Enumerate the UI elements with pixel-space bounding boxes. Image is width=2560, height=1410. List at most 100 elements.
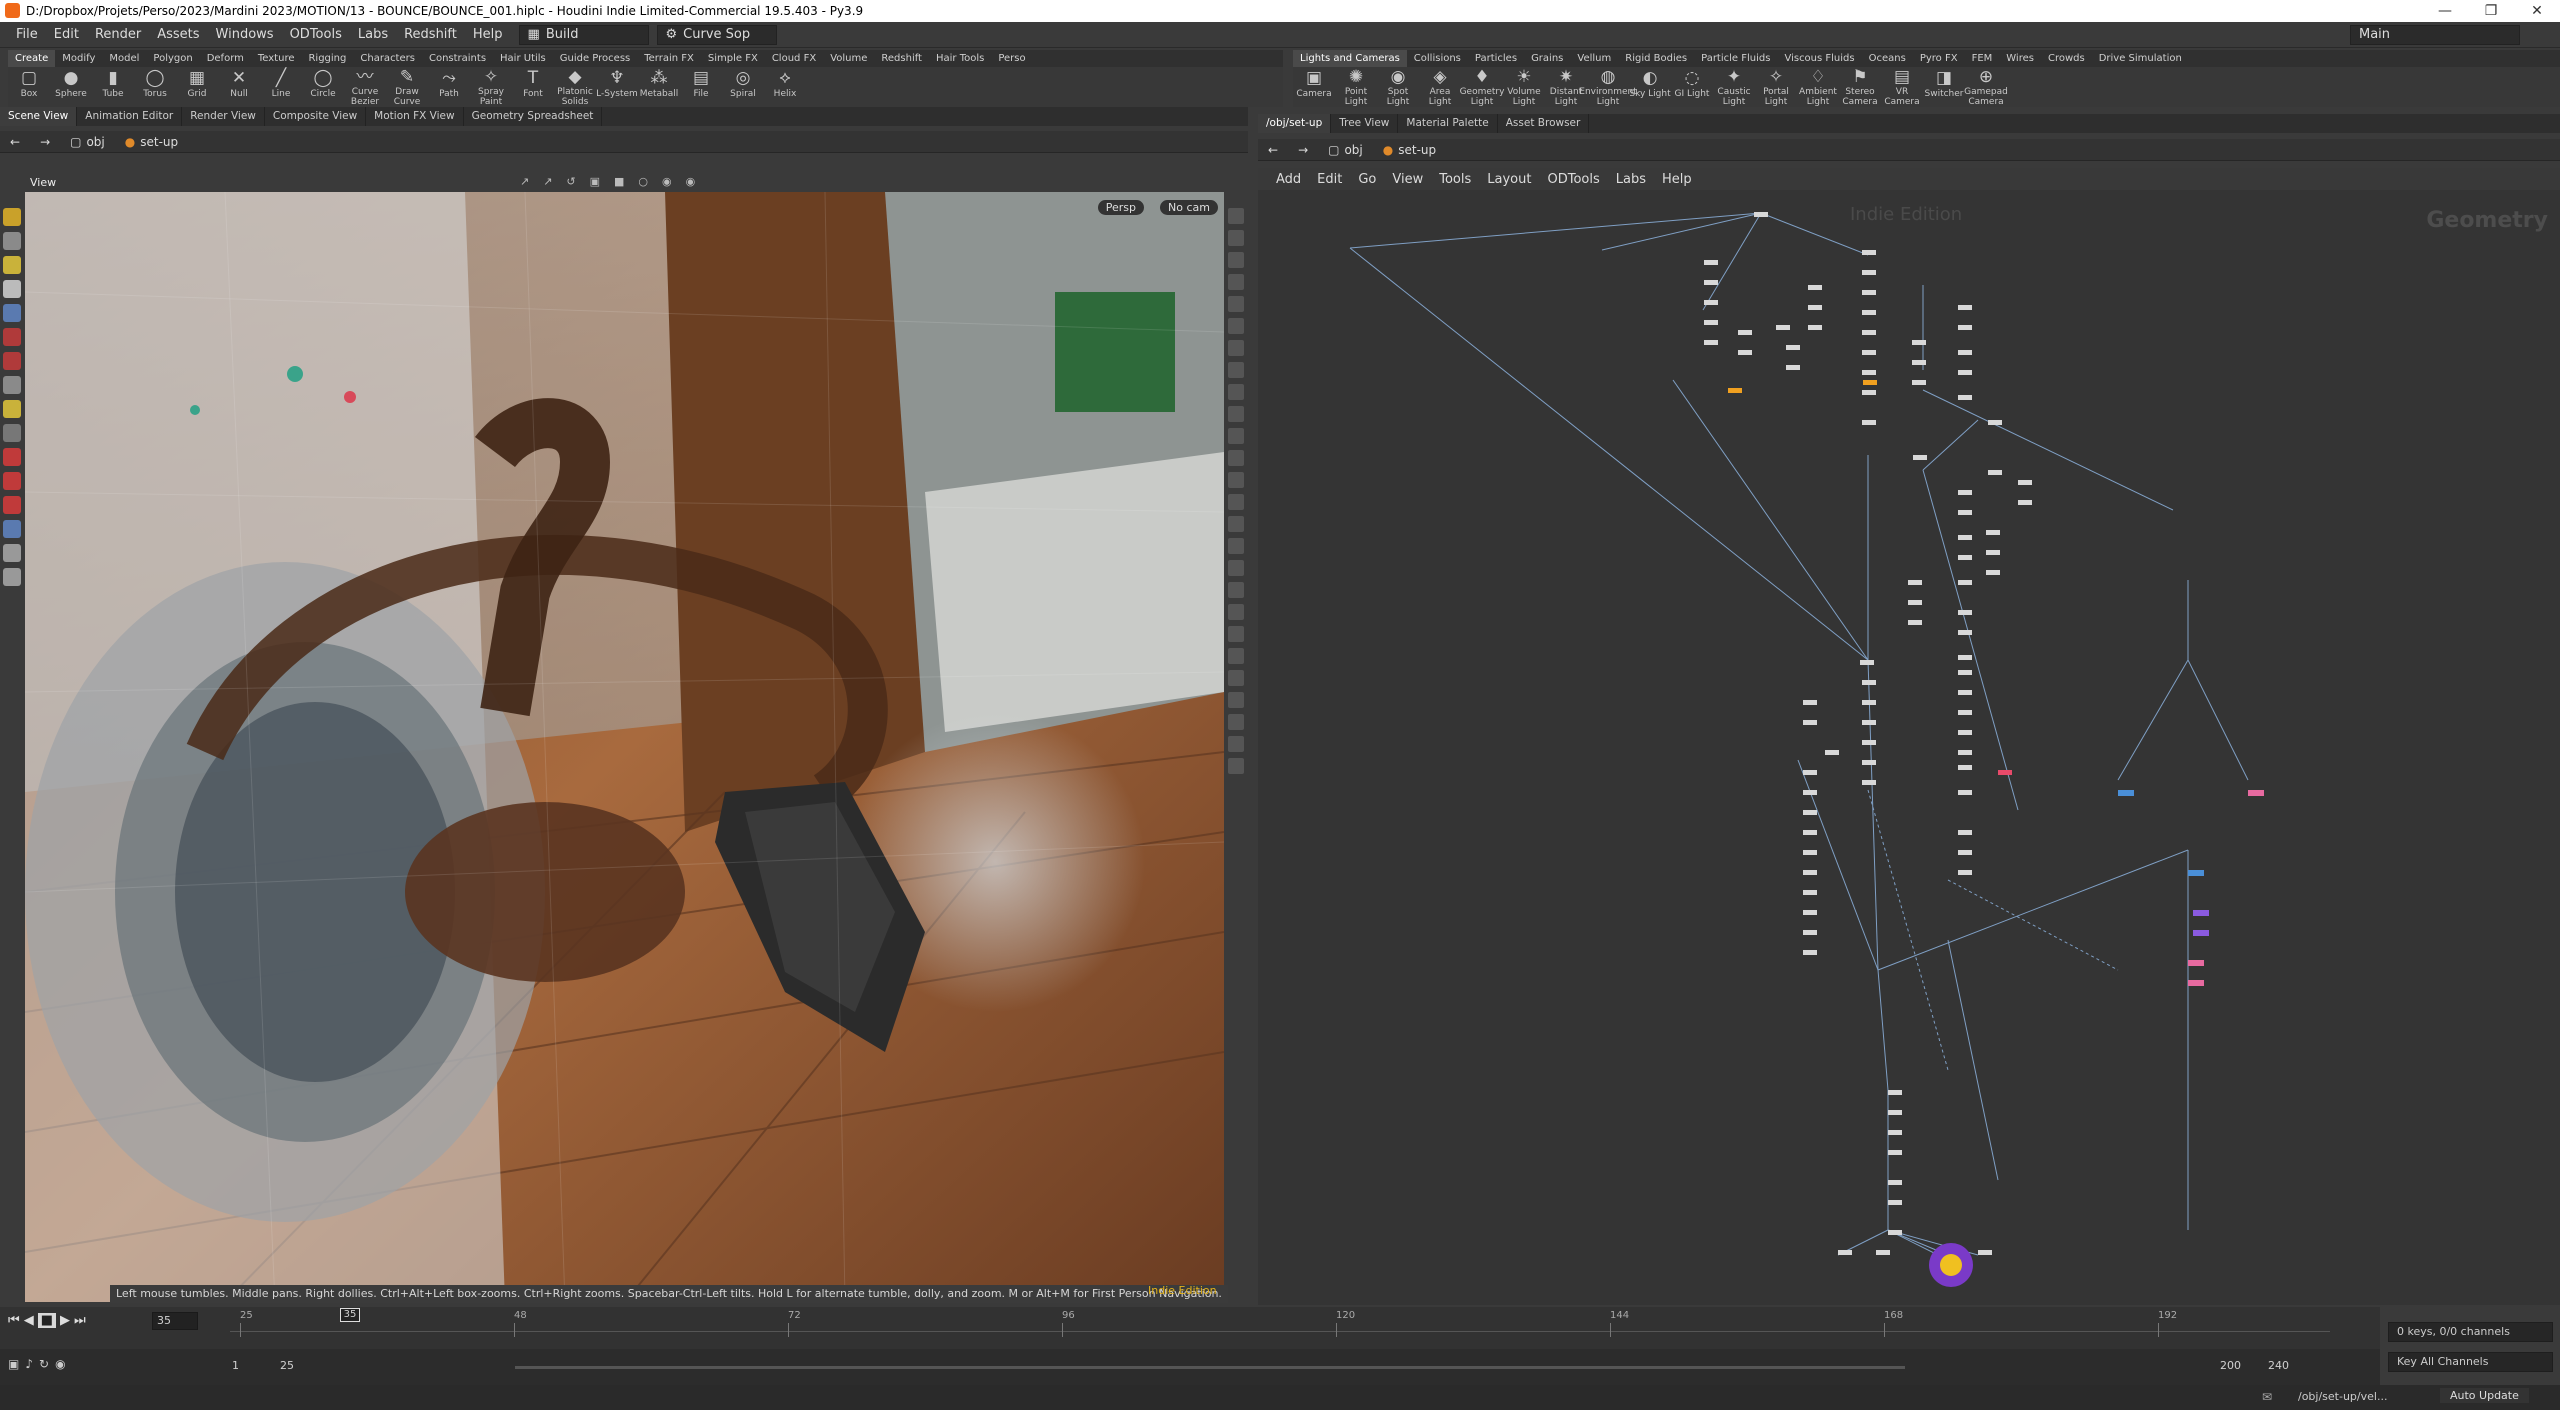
graph-node[interactable] <box>1803 810 1817 815</box>
graph-node[interactable] <box>1986 570 2000 575</box>
display-icon[interactable] <box>1228 758 1244 774</box>
graph-node[interactable] <box>1862 270 1876 275</box>
display-icon[interactable] <box>1228 340 1244 356</box>
build-combo[interactable]: ▦ Build <box>518 24 649 45</box>
key-mode-combo[interactable]: Key All Channels <box>2388 1352 2553 1372</box>
range-slider[interactable] <box>515 1366 1905 1369</box>
stop-icon[interactable]: ■ <box>37 1313 56 1328</box>
shelf-tool-torus[interactable]: ◯ Torus <box>134 67 176 107</box>
pane-tab-scene-view[interactable]: Scene View <box>0 107 78 126</box>
graph-node[interactable] <box>1838 1250 1852 1255</box>
pane-tab-motion-fx-view[interactable]: Motion FX View <box>366 107 464 126</box>
network-editor[interactable]: Indie Edition Geometry <box>1258 190 2560 1305</box>
display-icon[interactable] <box>1228 626 1244 642</box>
path-obj[interactable]: ▢ obj <box>60 135 115 149</box>
shelf-tool-switcher[interactable]: ◨ Switcher <box>1923 67 1965 107</box>
shelf-tab-guide-process[interactable]: Guide Process <box>553 50 637 67</box>
pose-icon[interactable] <box>3 352 21 370</box>
graph-node[interactable] <box>1803 720 1817 725</box>
graph-node[interactable] <box>1958 395 1972 400</box>
menu-labs[interactable]: Labs <box>350 27 396 42</box>
graph-node[interactable] <box>1888 1180 1902 1185</box>
graph-node[interactable] <box>1958 670 1972 675</box>
minimize-icon[interactable]: — <box>2422 0 2468 22</box>
shelf-tab-particles[interactable]: Particles <box>1468 50 1524 67</box>
path-obj[interactable]: ▢ obj <box>1318 143 1373 157</box>
display-icon[interactable] <box>1228 362 1244 378</box>
menu-help[interactable]: Help <box>465 27 511 42</box>
graph-node[interactable] <box>2248 790 2264 796</box>
graph-node[interactable] <box>2193 930 2209 936</box>
display-icon[interactable] <box>1228 384 1244 400</box>
graph-node[interactable] <box>1958 325 1972 330</box>
light-icon[interactable] <box>3 568 21 586</box>
graph-node[interactable] <box>1958 690 1972 695</box>
shelf-tool-camera[interactable]: ▣ Camera <box>1293 67 1335 107</box>
display-icon[interactable] <box>1228 274 1244 290</box>
restore-icon[interactable]: ❐ <box>2468 0 2514 22</box>
menu-file[interactable]: File <box>8 27 46 42</box>
shelf-tool-spot-light[interactable]: ◉ Spot Light <box>1377 67 1419 108</box>
shelf-tool-circle[interactable]: ◯ Circle <box>302 67 344 107</box>
display-icon[interactable] <box>1228 494 1244 510</box>
display-icon[interactable] <box>1228 230 1244 246</box>
display-icon[interactable] <box>1228 604 1244 620</box>
graph-node[interactable] <box>1958 630 1972 635</box>
graph-node[interactable] <box>1958 850 1972 855</box>
graph-node[interactable] <box>2188 870 2204 876</box>
graph-node[interactable] <box>1978 1250 1992 1255</box>
graph-node[interactable] <box>1862 310 1876 315</box>
camera-tool-icon[interactable] <box>3 520 21 538</box>
shelf-tool-gi-light[interactable]: ◌ GI Light <box>1671 67 1713 107</box>
go-end-icon[interactable]: ⏭ <box>74 1313 86 1328</box>
go-start-icon[interactable]: ⏮ <box>8 1313 20 1328</box>
shelf-tab-characters[interactable]: Characters <box>353 50 422 67</box>
shelf-tool-grid[interactable]: ▦ Grid <box>176 67 218 107</box>
shelf-tab-particle-fluids[interactable]: Particle Fluids <box>1694 50 1777 67</box>
graph-node[interactable] <box>1888 1090 1902 1095</box>
graph-node[interactable] <box>1958 750 1972 755</box>
range-start[interactable]: 1 <box>232 1359 239 1372</box>
graph-node[interactable] <box>1738 350 1752 355</box>
display-icon[interactable] <box>1228 450 1244 466</box>
path-node[interactable]: ● set-up <box>115 135 188 149</box>
graph-node[interactable] <box>1876 1250 1890 1255</box>
display-icon[interactable] <box>1228 406 1244 422</box>
shelf-tool-gamepad-camera[interactable]: ⊕ Gamepad Camera <box>1964 67 2008 108</box>
graph-node[interactable] <box>2118 790 2134 796</box>
play-icon[interactable]: ▶ <box>60 1313 70 1328</box>
display-icon[interactable] <box>1228 318 1244 334</box>
display-icon[interactable] <box>1228 582 1244 598</box>
shelf-tool-portal-light[interactable]: ✧ Portal Light <box>1755 67 1797 108</box>
shelf-tab-terrain-fx[interactable]: Terrain FX <box>637 50 701 67</box>
path-node[interactable]: ● set-up <box>1373 143 1446 157</box>
graph-node[interactable] <box>1803 830 1817 835</box>
graph-node[interactable] <box>1958 870 1972 875</box>
shelf-tool-ambient-light[interactable]: ♢ Ambient Light <box>1797 67 1839 108</box>
graph-node[interactable] <box>1704 260 1718 265</box>
shelf-tool-null[interactable]: ✕ Null <box>218 67 260 107</box>
shelf-tool-draw-curve[interactable]: ✎ Draw Curve <box>386 67 428 108</box>
shelf-tab-create[interactable]: Create <box>8 50 56 67</box>
net-menu-labs[interactable]: Labs <box>1608 172 1654 187</box>
graph-node[interactable] <box>1958 535 1972 540</box>
snap2-icon[interactable] <box>3 496 21 514</box>
shelf-tab-collisions[interactable]: Collisions <box>1407 50 1468 67</box>
shelf-tab-hair-utils[interactable]: Hair Utils <box>493 50 553 67</box>
forward-arrow-icon[interactable]: → <box>30 135 60 149</box>
shelf-tab-hair-tools[interactable]: Hair Tools <box>929 50 991 67</box>
shelf-tab-rigging[interactable]: Rigging <box>301 50 353 67</box>
display-icon[interactable] <box>1228 692 1244 708</box>
display-icon[interactable] <box>1228 472 1244 488</box>
scale-icon[interactable] <box>3 400 21 418</box>
curve-sop-combo[interactable]: ⚙ Curve Sop <box>656 24 777 45</box>
close-icon[interactable]: ✕ <box>2514 0 2560 22</box>
auto-update-button[interactable]: Auto Update <box>2440 1388 2529 1403</box>
display-icon[interactable] <box>1228 296 1244 312</box>
shelf-tool-point-light[interactable]: ✺ Point Light <box>1335 67 1377 108</box>
shelf-tab-wires[interactable]: Wires <box>1999 50 2041 67</box>
display-icon[interactable] <box>1228 538 1244 554</box>
graph-node[interactable] <box>1888 1200 1902 1205</box>
chat-icon[interactable]: ✉ <box>2262 1390 2272 1404</box>
graph-node[interactable] <box>1803 890 1817 895</box>
